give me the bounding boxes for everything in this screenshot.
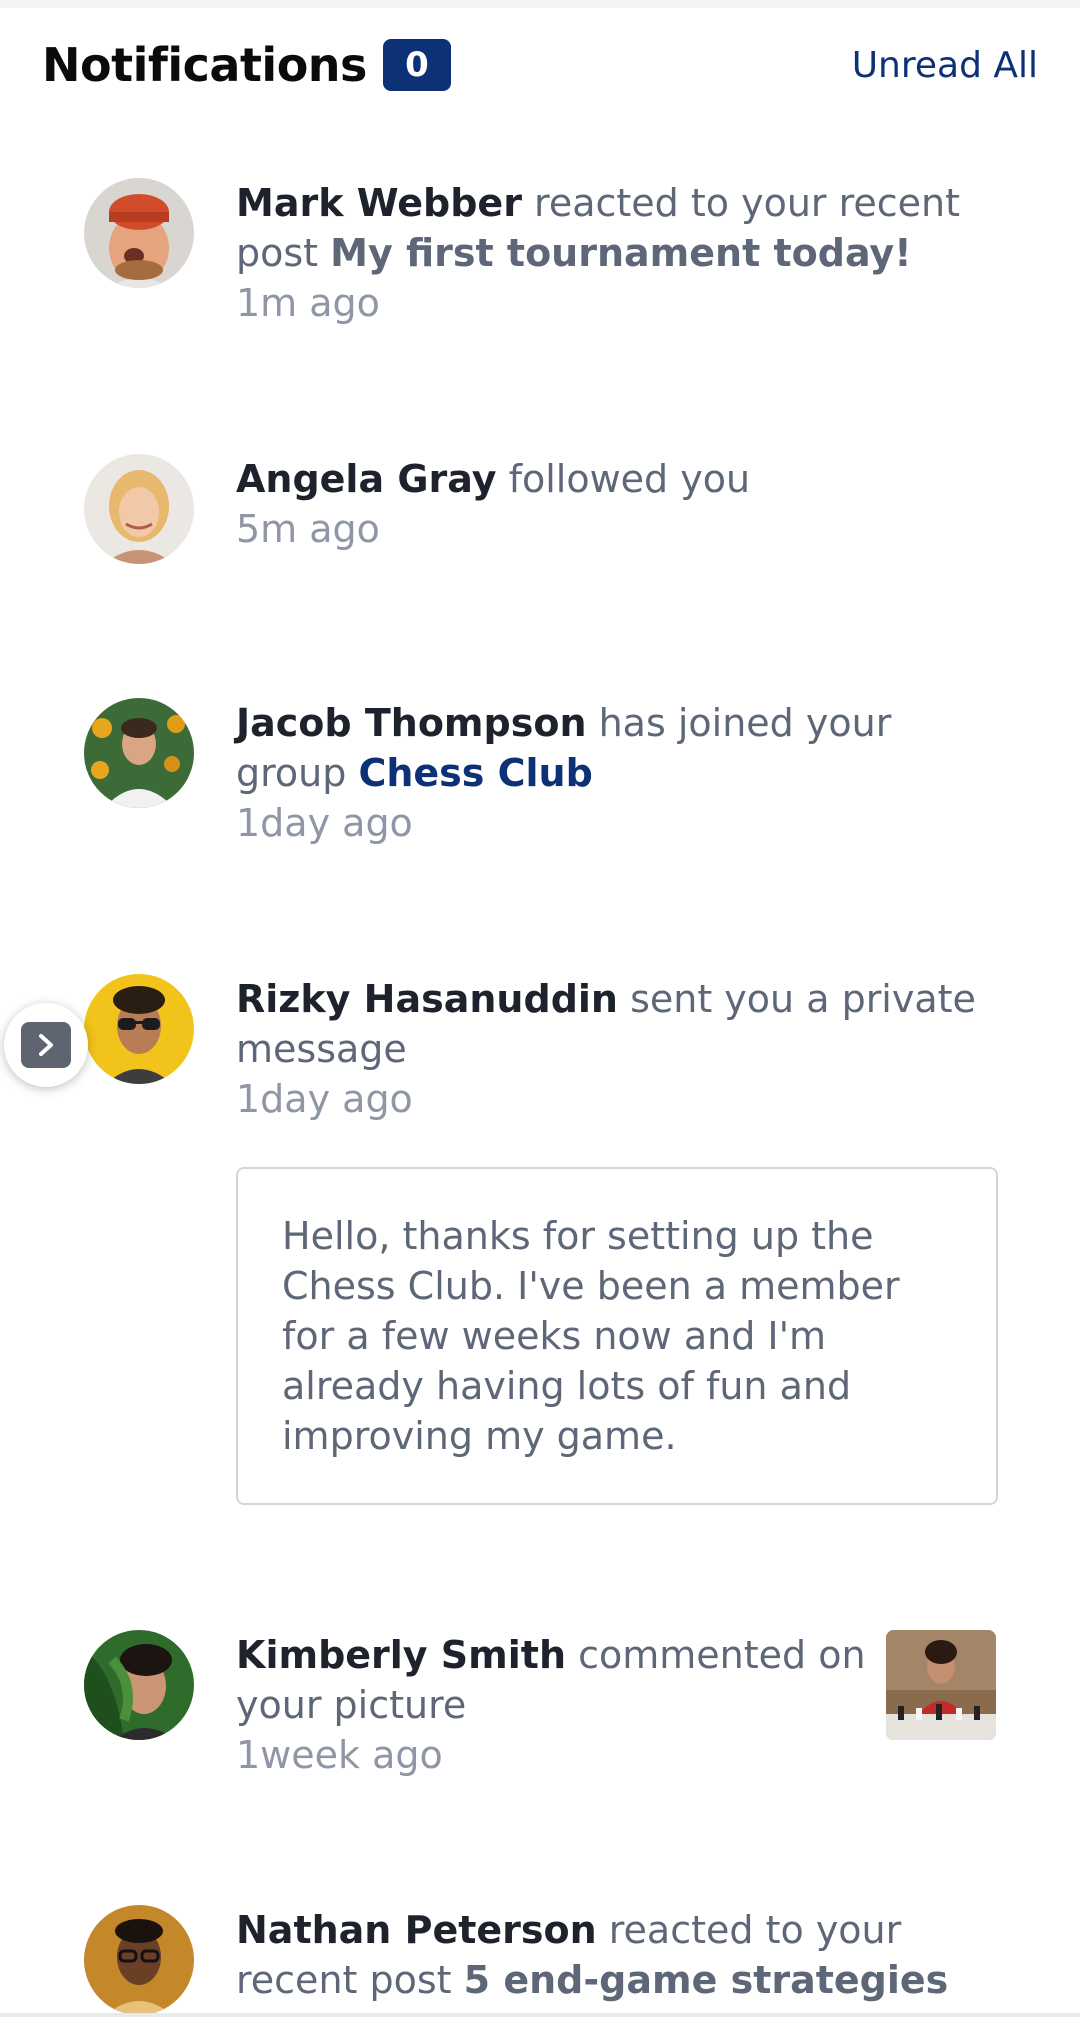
title-wrap: Notifications 0 xyxy=(42,38,451,92)
notification-item[interactable]: Jacob Thompson has joined your group Che… xyxy=(84,698,996,848)
avatar[interactable] xyxy=(84,454,194,564)
notification-action: followed you xyxy=(508,457,751,501)
avatar-kimberly-smith-image xyxy=(84,1630,194,1740)
chevron-right-icon xyxy=(21,1022,71,1068)
notification-text: Rizky Hasanuddin sent you a private mess… xyxy=(236,974,996,1124)
avatar[interactable] xyxy=(84,974,194,1084)
chevron-right-glyph xyxy=(39,1034,53,1056)
unread-all-link[interactable]: Unread All xyxy=(852,45,1038,86)
avatar-nathan-peterson-image xyxy=(84,1905,194,2015)
notification-time: 1week ago xyxy=(236,1733,443,1777)
avatar[interactable] xyxy=(84,1630,194,1740)
notifications-page: Notifications 0 Unread All Mark Webber r… xyxy=(0,0,1080,2017)
commented-picture-thumbnail[interactable] xyxy=(886,1630,996,1740)
notification-item[interactable]: Rizky Hasanuddin sent you a private mess… xyxy=(84,974,998,1505)
avatar-rizky-hasanuddin-image xyxy=(84,974,194,1084)
avatar-mark-webber-image xyxy=(84,178,194,288)
chess-picture-image xyxy=(886,1630,996,1740)
user-name[interactable]: Kimberly Smith xyxy=(236,1633,566,1677)
notification-text: Jacob Thompson has joined your group Che… xyxy=(236,698,996,848)
notification-item[interactable]: Kimberly Smith commented on your picture… xyxy=(84,1630,996,1780)
notification-text: Angela Gray followed you 5m ago xyxy=(236,454,996,554)
side-drawer-toggle[interactable] xyxy=(4,1003,88,1087)
notification-text: Kimberly Smith commented on your picture… xyxy=(236,1630,866,1780)
notification-time: 5m ago xyxy=(236,507,380,551)
notification-time: 1day ago xyxy=(236,801,413,845)
notification-item[interactable]: Mark Webber reacted to your recent post … xyxy=(84,178,996,325)
avatar[interactable] xyxy=(84,698,194,808)
page-title: Notifications xyxy=(42,38,367,92)
post-title-link[interactable]: My first tournament today! xyxy=(330,231,911,275)
unread-count-badge: 0 xyxy=(382,39,451,91)
private-message-box[interactable]: Hello, thanks for setting up the Chess C… xyxy=(236,1167,998,1505)
avatar[interactable] xyxy=(84,178,194,288)
user-name[interactable]: Jacob Thompson xyxy=(236,701,587,745)
notification-item[interactable]: Nathan Peterson reacted to your recent p… xyxy=(84,1905,996,2017)
group-link[interactable]: Chess Club xyxy=(358,751,592,795)
notification-text: Mark Webber reacted to your recent post … xyxy=(236,178,996,328)
user-name[interactable]: Rizky Hasanuddin xyxy=(236,977,618,1021)
status-strip xyxy=(0,0,1080,8)
notification-text: Nathan Peterson reacted to your recent p… xyxy=(236,1905,996,2017)
avatar-angela-gray-image xyxy=(84,454,194,564)
user-name[interactable]: Angela Gray xyxy=(236,457,497,501)
avatar-jacob-thompson-image xyxy=(84,698,194,808)
notifications-header: Notifications 0 Unread All xyxy=(42,30,1038,100)
notification-time: 1m ago xyxy=(236,281,380,325)
user-name[interactable]: Nathan Peterson xyxy=(236,1908,597,1952)
user-name[interactable]: Mark Webber xyxy=(236,181,522,225)
notification-time: 1day ago xyxy=(236,1077,413,1121)
avatar[interactable] xyxy=(84,1905,194,2015)
notification-item[interactable]: Angela Gray followed you 5m ago xyxy=(84,454,996,574)
bottom-divider xyxy=(0,2013,1080,2017)
